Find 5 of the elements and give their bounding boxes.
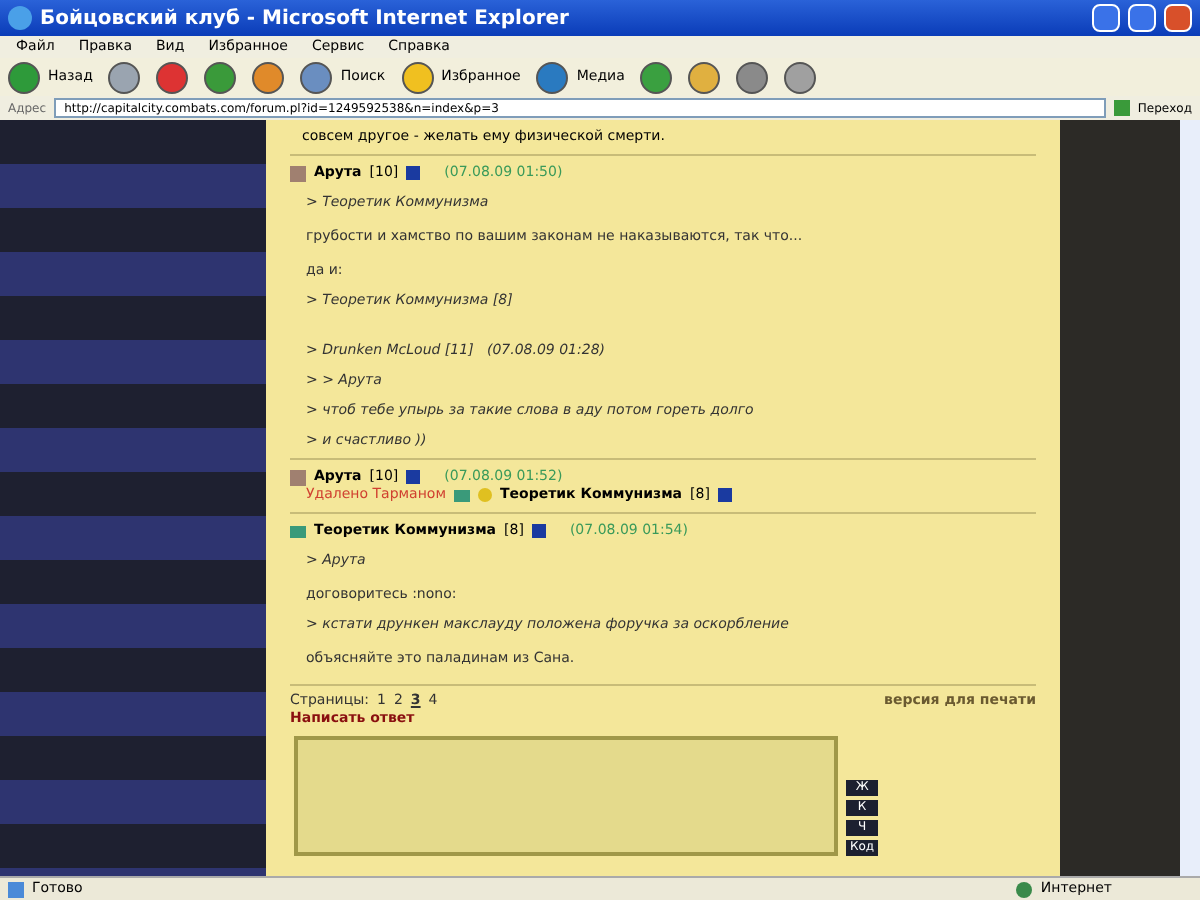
close-button[interactable]	[1164, 4, 1192, 32]
maximize-button[interactable]	[1128, 4, 1156, 32]
minimize-button[interactable]	[1092, 4, 1120, 32]
window-title: Бойцовский клуб - Microsoft Internet Explorer	[40, 5, 571, 33]
scrollbar[interactable]	[1180, 120, 1200, 876]
